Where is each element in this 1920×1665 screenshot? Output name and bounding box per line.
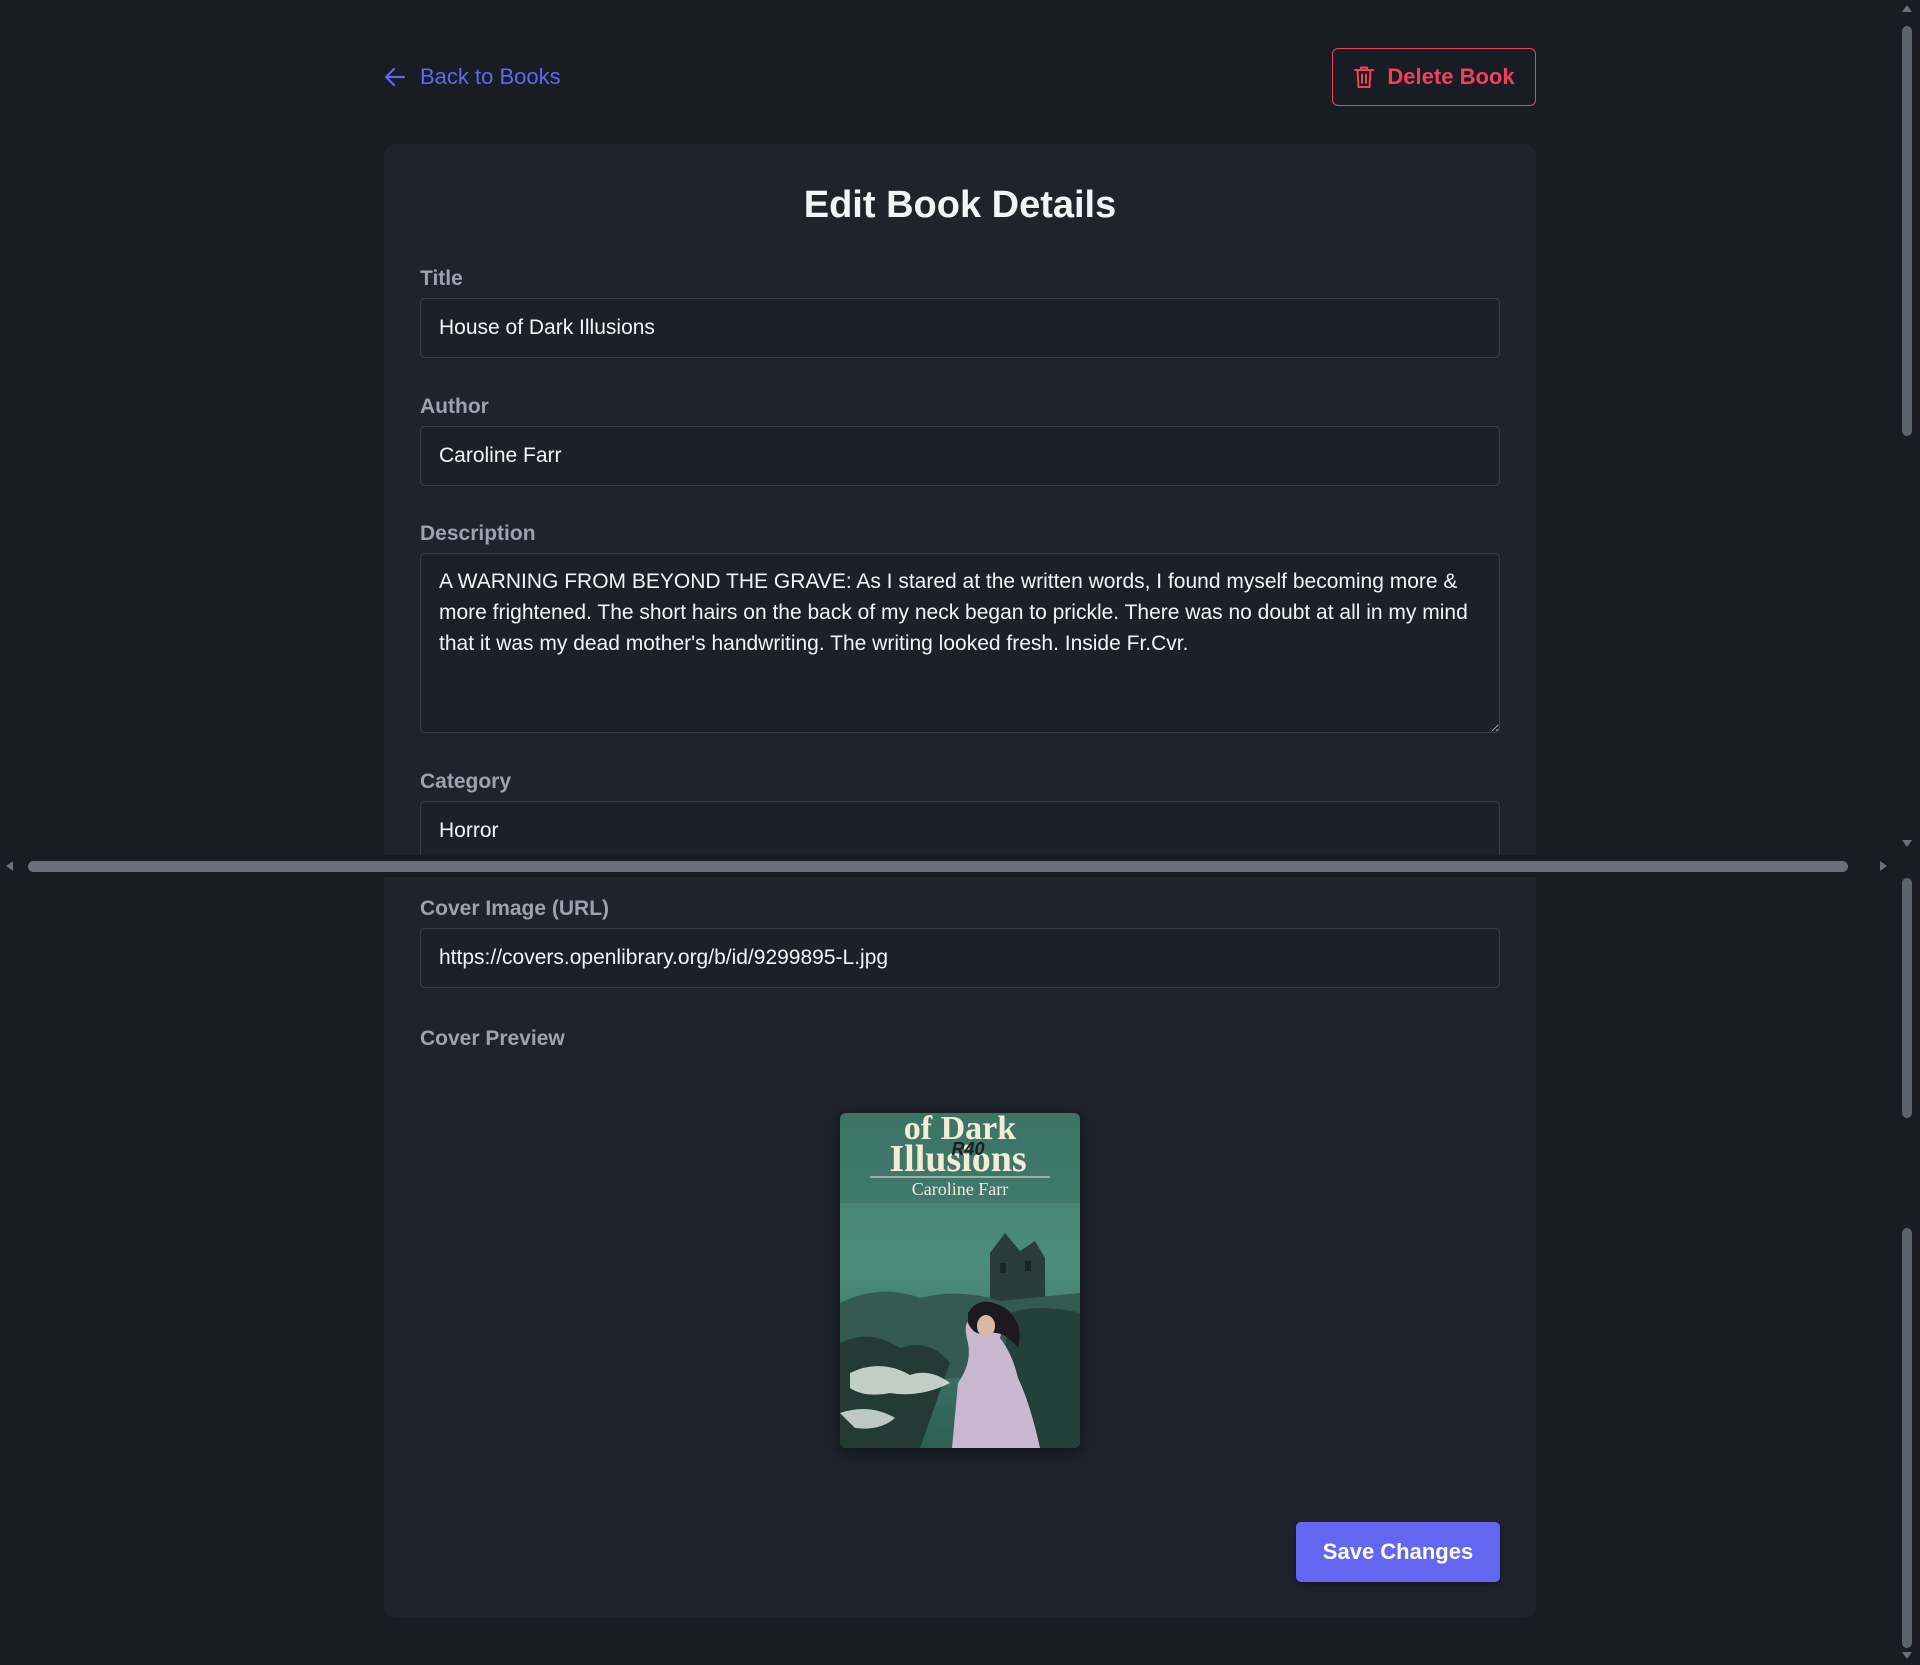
top-bar: Back to Books Delete Book: [384, 48, 1536, 108]
edit-book-card: Edit Book Details Title Author Descripti…: [384, 144, 1536, 1618]
scroll-right-arrow-icon[interactable]: [1880, 861, 1887, 871]
cover-url-field-group: Cover Image (URL): [420, 897, 1500, 988]
back-link-label: Back to Books: [420, 64, 561, 89]
vertical-scrollbar-bottom[interactable]: [1894, 872, 1920, 1665]
trash-icon: [1354, 66, 1375, 88]
author-input[interactable]: [420, 426, 1500, 486]
vertical-scroll-thumb-lower[interactable]: [1902, 1228, 1912, 1648]
scroll-up-arrow-icon[interactable]: [1902, 5, 1912, 12]
delete-button-label: Delete Book: [1387, 64, 1515, 89]
title-label: Title: [420, 267, 463, 290]
title-input[interactable]: [420, 298, 1500, 358]
category-input[interactable]: [420, 801, 1500, 861]
horizontal-scroll-thumb[interactable]: [28, 861, 1848, 872]
book-cover-art: of Dark Illusions R40 Caroline Farr: [840, 1113, 1080, 1448]
cover-url-input[interactable]: [420, 928, 1500, 988]
author-field-group: Author: [420, 395, 1500, 486]
vertical-scrollbar-top[interactable]: [1894, 0, 1920, 860]
vertical-scroll-thumb-secondary[interactable]: [1902, 878, 1912, 1118]
arrow-left-icon: [384, 67, 406, 87]
delete-book-button[interactable]: Delete Book: [1332, 48, 1536, 106]
scroll-down-arrow-icon-bottom[interactable]: [1902, 1652, 1912, 1659]
description-field-group: Description A WARNING FROM BEYOND THE GR…: [420, 522, 1500, 738]
cover-preview-label: Cover Preview: [420, 1027, 565, 1050]
author-label: Author: [420, 395, 489, 418]
category-label: Category: [420, 770, 512, 793]
horizontal-scrollbar[interactable]: [0, 855, 1894, 877]
category-field-group: Category: [420, 770, 1500, 861]
cover-price-mark: R40: [951, 1139, 984, 1159]
scroll-left-arrow-icon[interactable]: [6, 861, 13, 871]
page-title: Edit Book Details: [803, 184, 1117, 226]
save-changes-button[interactable]: Save Changes: [1296, 1522, 1500, 1582]
back-to-books-link[interactable]: Back to Books: [384, 64, 561, 90]
title-field-group: Title: [420, 267, 1500, 358]
description-textarea[interactable]: A WARNING FROM BEYOND THE GRAVE: As I st…: [420, 553, 1500, 733]
scroll-down-arrow-icon[interactable]: [1902, 840, 1912, 847]
cover-author: Caroline Farr: [912, 1179, 1008, 1199]
cover-url-label: Cover Image (URL): [420, 897, 610, 920]
cover-preview-image: of Dark Illusions R40 Caroline Farr: [840, 1113, 1080, 1448]
vertical-scroll-thumb[interactable]: [1902, 26, 1912, 436]
description-label: Description: [420, 522, 536, 545]
